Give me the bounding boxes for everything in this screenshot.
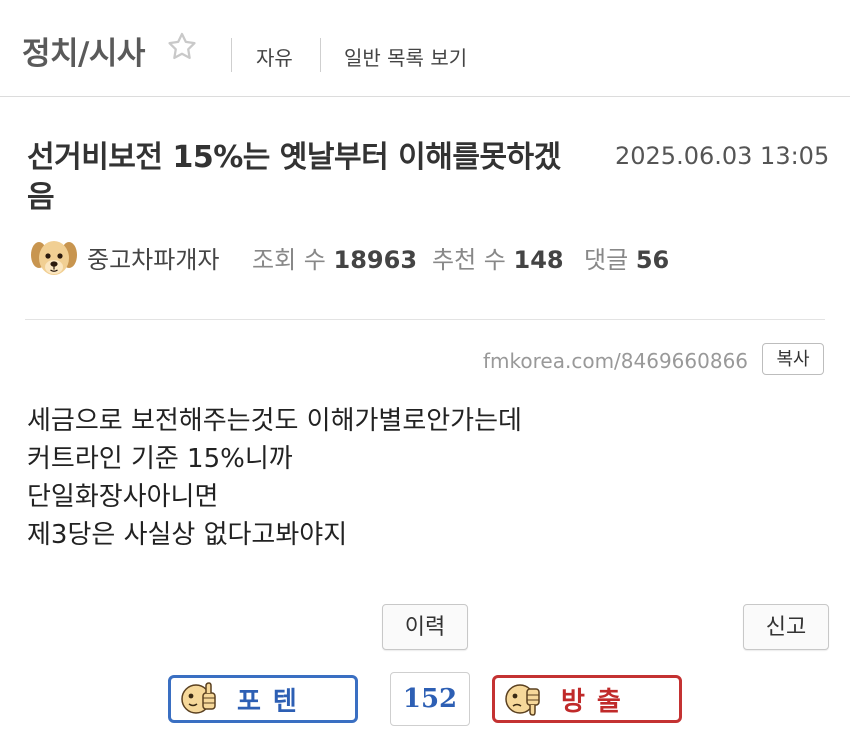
divider bbox=[25, 319, 825, 320]
comment-count-value: 56 bbox=[635, 246, 670, 274]
board-header: 정치/시사 자유 일반 목록 보기 bbox=[0, 0, 850, 97]
star-icon[interactable] bbox=[165, 30, 199, 64]
avatar[interactable] bbox=[29, 233, 79, 283]
comment-count-label: 댓글 bbox=[584, 246, 629, 274]
author-name[interactable]: 중고차파개자 bbox=[87, 240, 219, 275]
post-body: 세금으로 보전해주는것도 이해가별로안가는데 커트라인 기준 15%니까 단일화… bbox=[27, 402, 522, 554]
nav-free-board[interactable]: 자유 bbox=[256, 42, 293, 71]
recommend-count-value: 148 bbox=[513, 246, 564, 274]
post-page: 정치/시사 자유 일반 목록 보기 선거비보전 15%는 옛날부터 이해를못하겠… bbox=[0, 0, 850, 746]
view-count: 조회 수 18963 bbox=[252, 240, 417, 275]
post-url[interactable]: fmkorea.com/8469660866 bbox=[483, 349, 748, 373]
upvote-label: 포텐 bbox=[237, 686, 309, 717]
board-title[interactable]: 정치/시사 bbox=[22, 28, 145, 73]
downvote-button[interactable]: 방출 bbox=[492, 675, 682, 723]
recommend-count-label: 추천 수 bbox=[432, 246, 506, 274]
post-title-line: 선거비보전 15%는 옛날부터 이해를못하겠 bbox=[27, 140, 561, 175]
post-title-line: 음 bbox=[27, 180, 55, 215]
recommend-count: 추천 수 148 bbox=[432, 240, 564, 275]
header-divider bbox=[320, 38, 321, 72]
history-button[interactable]: 이력 bbox=[382, 604, 468, 650]
header-divider bbox=[231, 38, 232, 72]
body-line: 커트라인 기준 15%니까 bbox=[27, 444, 293, 474]
thumbs-down-face-icon bbox=[505, 684, 540, 716]
post-date: 2025.06.03 13:05 bbox=[615, 142, 830, 170]
vote-count: 152 bbox=[390, 672, 470, 726]
body-line: 단일화장사아니면 bbox=[27, 482, 219, 512]
view-count-label: 조회 수 bbox=[252, 246, 326, 274]
report-button[interactable]: 신고 bbox=[743, 604, 829, 650]
thumbs-up-face-icon bbox=[181, 682, 216, 714]
upvote-button[interactable]: 포텐 bbox=[168, 675, 358, 723]
copy-url-button[interactable]: 복사 bbox=[762, 343, 824, 375]
comment-count[interactable]: 댓글 56 bbox=[584, 240, 669, 275]
nav-general-list[interactable]: 일반 목록 보기 bbox=[344, 42, 467, 71]
downvote-label: 방출 bbox=[561, 686, 633, 717]
view-count-value: 18963 bbox=[333, 246, 418, 274]
post-title: 선거비보전 15%는 옛날부터 이해를못하겠 음 bbox=[27, 138, 617, 218]
body-line: 세금으로 보전해주는것도 이해가별로안가는데 bbox=[27, 406, 522, 436]
body-line: 제3당은 사실상 없다고봐야지 bbox=[27, 520, 348, 550]
